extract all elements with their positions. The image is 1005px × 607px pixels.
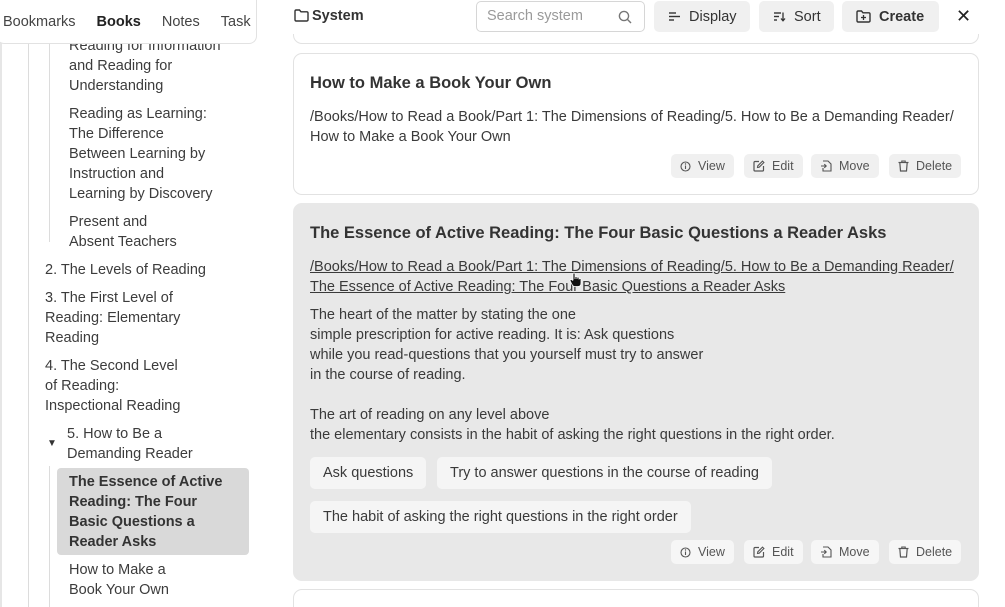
view-button[interactable]: View <box>671 154 734 178</box>
sidebar-tabs: Bookmarks Books Notes Task <box>0 0 257 44</box>
tab-task[interactable]: Task <box>221 14 251 30</box>
sidebar-item-elementary-reading[interactable]: 3. The First Level of Reading: Elementar… <box>45 288 190 348</box>
delete-button[interactable]: Delete <box>889 540 962 564</box>
delete-button-label: Delete <box>916 159 953 173</box>
tree-guide-line <box>49 466 50 607</box>
sort-icon <box>774 12 786 22</box>
caret-down-icon[interactable]: ▼ <box>47 438 57 449</box>
edit-button[interactable]: Edit <box>744 540 803 564</box>
edit-button-label: Edit <box>772 545 794 559</box>
sidebar-item-make-book-your-own[interactable]: How to Make a Book Your Own <box>69 560 189 600</box>
view-button-label: View <box>698 159 725 173</box>
delete-button-label: Delete <box>916 545 953 559</box>
sidebar-item-reading-as-learning[interactable]: Reading as Learning: The Difference Betw… <box>69 104 224 204</box>
sidebar: Bookmarks Books Notes Task Reading for I… <box>0 0 260 607</box>
tag-chip[interactable]: The habit of asking the right questions … <box>310 501 691 533</box>
move-button[interactable]: Move <box>811 540 879 564</box>
display-button[interactable]: Display <box>654 1 750 32</box>
sidebar-item-essence-of-active-reading[interactable]: The Essence of Active Reading: The Four … <box>57 468 249 555</box>
sidebar-item-demanding-reader[interactable]: 5. How to Be a Demanding Reader <box>67 424 202 464</box>
sidebar-item-reading-for-information[interactable]: Reading for Information and Reading for … <box>69 36 229 96</box>
body-line: The heart of the matter by stating the o… <box>310 307 576 323</box>
search-input[interactable] <box>487 8 612 24</box>
sidebar-item-inspectional-reading[interactable]: 4. The Second Level of Reading: Inspecti… <box>45 356 190 416</box>
body-line: The art of reading on any level above <box>310 407 550 423</box>
close-icon[interactable]: ✕ <box>956 6 971 27</box>
sort-button-label: Sort <box>794 8 821 25</box>
view-button-label: View <box>698 545 725 559</box>
sort-button[interactable]: Sort <box>759 1 834 32</box>
edit-icon <box>753 546 765 558</box>
info-icon <box>680 546 691 558</box>
move-button-label: Move <box>839 159 870 173</box>
edit-button-label: Edit <box>772 159 794 173</box>
tag-chip[interactable]: Ask questions <box>310 457 427 489</box>
tag-chip[interactable]: Try to answer questions in the course of… <box>437 457 772 489</box>
card-path-link[interactable]: /Books/How to Read a Book/Part 1: The Di… <box>310 257 970 297</box>
info-icon <box>680 160 691 172</box>
view-button[interactable]: View <box>671 540 734 564</box>
sidebar-item-present-and-absent-teachers[interactable]: Present and Absent Teachers <box>69 212 194 252</box>
header: System Display Sort Create ✕ <box>280 0 1005 34</box>
search-icon[interactable] <box>618 10 632 24</box>
create-button[interactable]: Create <box>842 1 939 32</box>
body-line: in the course of reading. <box>310 367 466 383</box>
move-icon <box>821 160 832 172</box>
sidebar-rail <box>0 0 2 607</box>
create-button-label: Create <box>879 8 925 25</box>
card-title: The Essence of Active Reading: The Four … <box>310 224 887 242</box>
page-title: System <box>312 8 364 24</box>
body-line: the elementary consists in the habit of … <box>310 427 835 443</box>
tab-bookmarks[interactable]: Bookmarks <box>3 14 76 30</box>
edit-button[interactable]: Edit <box>744 154 803 178</box>
move-button[interactable]: Move <box>811 154 879 178</box>
folder-plus-icon <box>856 10 871 23</box>
tab-notes[interactable]: Notes <box>162 14 200 30</box>
note-card-active[interactable]: The Essence of Active Reading: The Four … <box>293 203 979 581</box>
folder-icon <box>294 9 309 22</box>
sidebar-item-levels-of-reading[interactable]: 2. The Levels of Reading <box>45 260 235 280</box>
card-path: /Books/How to Read a Book/Part 1: The Di… <box>310 109 954 145</box>
card-title: How to Make a Book Your Own <box>310 74 552 92</box>
card-body: The heart of the matter by stating the o… <box>310 305 950 445</box>
tab-books[interactable]: Books <box>97 14 141 30</box>
trash-icon <box>898 160 909 172</box>
tree-guide-line <box>49 44 50 242</box>
display-icon <box>669 12 680 21</box>
body-line: while you read-questions that you yourse… <box>310 347 704 363</box>
search-box <box>476 1 645 32</box>
delete-button[interactable]: Delete <box>889 154 962 178</box>
display-button-label: Display <box>689 8 737 25</box>
hand-cursor-icon <box>569 272 582 287</box>
body-line: simple prescription for active reading. … <box>310 327 675 343</box>
move-icon <box>821 546 832 558</box>
edit-icon <box>753 160 765 172</box>
tree-guide-line <box>28 44 29 607</box>
note-card[interactable]: How to Make a Book Your Own /Books/How t… <box>293 53 979 195</box>
move-button-label: Move <box>839 545 870 559</box>
card-partial-bottom <box>293 589 979 607</box>
trash-icon <box>898 546 909 558</box>
